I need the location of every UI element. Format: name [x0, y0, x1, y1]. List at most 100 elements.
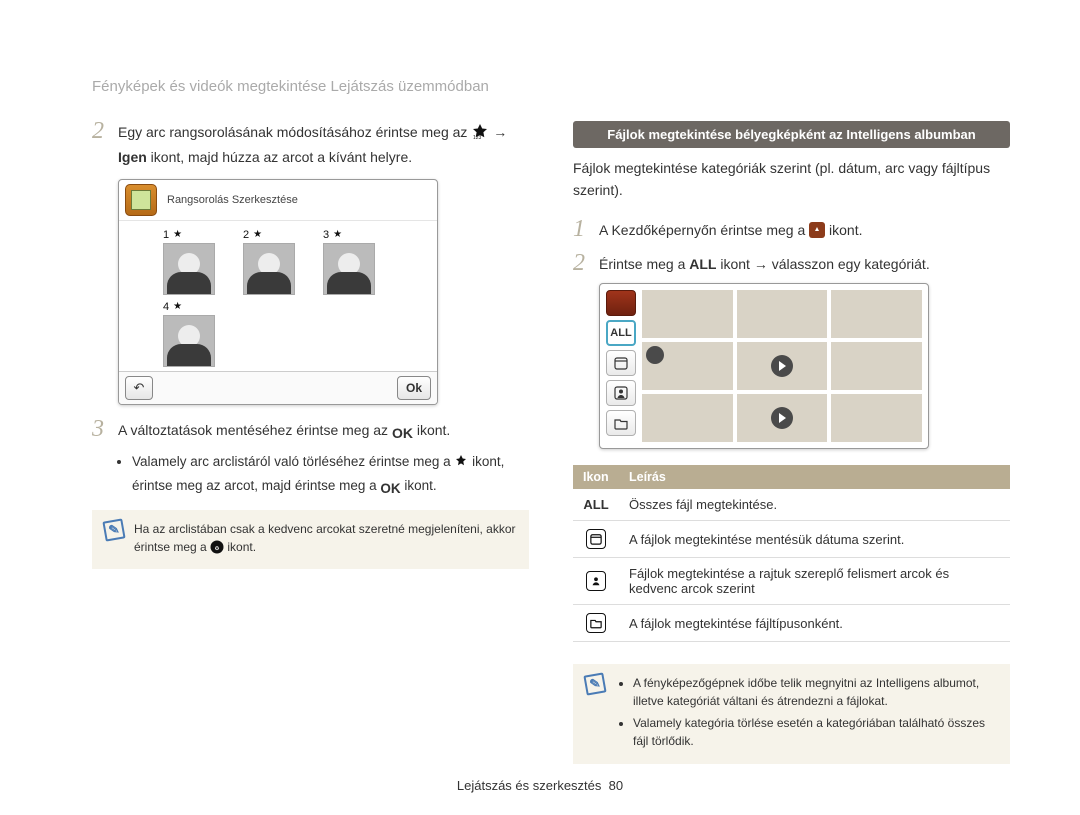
table-row: A fájlok megtekintése mentésük dátuma sz…	[573, 521, 1010, 558]
left-step-2: 2 Egy arc rangsorolásának módosításához …	[92, 121, 529, 169]
album-thumb[interactable]	[737, 342, 828, 390]
star-icon: ★	[173, 301, 182, 312]
star-icon: ★	[173, 229, 182, 240]
note-icon: ✎	[583, 673, 606, 696]
face-rank-num: 1	[163, 229, 169, 241]
list-item: Valamely arc arclistáról való törléséhez…	[132, 452, 529, 500]
left-sublist: Valamely arc arclistáról való törléséhez…	[92, 452, 529, 500]
back-button[interactable]: ↶	[125, 376, 153, 400]
album-thumb[interactable]	[642, 342, 733, 390]
date-icon	[614, 356, 628, 370]
face-rank-num: 4	[163, 301, 169, 313]
step2r-text-c: ikont → válasszon egy kategóriát.	[720, 256, 929, 272]
page-footer: Lejátszás és szerkesztés 80	[0, 778, 1080, 793]
face-thumb	[323, 243, 375, 295]
face-thumb	[243, 243, 295, 295]
footer-page: 80	[609, 778, 623, 793]
star-icon: ★	[333, 229, 342, 240]
left-step-3: 3 A változtatások mentéséhez érintse meg…	[92, 419, 529, 444]
left-column: 2 Egy arc rangsorolásának módosításához …	[92, 121, 529, 764]
album-thumb[interactable]	[737, 290, 828, 338]
table-row: ALL Összes fájl megtekintése.	[573, 489, 1010, 521]
favorites-filter-icon: ✪	[210, 540, 224, 559]
section-heading: Fájlok megtekintése bélyegképként az Int…	[573, 121, 1010, 148]
album-red-tile[interactable]	[606, 290, 636, 316]
date-icon	[586, 529, 606, 549]
all-text-icon: ALL	[583, 497, 608, 512]
note-text-a: Ha az arclistában csak a kedvenc arcokat…	[134, 522, 516, 554]
star-123-icon: 123	[471, 124, 489, 146]
face-cell-2[interactable]: 2★	[243, 229, 313, 295]
album-tile-icon	[809, 222, 825, 244]
note-item: Valamely kategória törlése esetén a kate…	[633, 714, 998, 750]
face-cell-3[interactable]: 3★	[323, 229, 393, 295]
table-header-icon: Ikon	[573, 465, 619, 489]
play-icon	[771, 407, 793, 429]
table-row: A fájlok megtekintése fájltípusonként.	[573, 605, 1010, 642]
filter-all-button[interactable]: ALL	[606, 320, 636, 346]
footer-label: Lejátszás és szerkesztés	[457, 778, 602, 793]
step-number: 1	[573, 217, 599, 241]
app-tile-icon	[125, 184, 157, 216]
note-box-left: ✎ Ha az arclistában csak a kedvenc arcok…	[92, 510, 529, 569]
album-thumb[interactable]	[831, 394, 922, 442]
ok-button[interactable]: Ok	[397, 376, 431, 400]
breadcrumb: Fényképek és videók megtekintése Lejátsz…	[92, 78, 1010, 95]
note-text-c: ikont.	[227, 540, 256, 554]
filter-face-button[interactable]	[606, 380, 636, 406]
face-thumb	[163, 243, 215, 295]
step-number: 3	[92, 417, 118, 441]
note-item: A fényképezőgépnek időbe telik megnyitni…	[633, 674, 998, 710]
step2-arrow: →	[493, 124, 507, 140]
bullet-text: Valamely arc arclistáról való törléséhez…	[132, 454, 454, 469]
face-icon	[614, 386, 628, 400]
album-thumb[interactable]	[831, 290, 922, 338]
filter-type-button[interactable]	[606, 410, 636, 436]
step2-bold: Igen	[118, 149, 147, 165]
row-desc: Összes fájl megtekintése.	[619, 489, 1010, 521]
table-row: Fájlok megtekintése a rajtuk szereplő fe…	[573, 558, 1010, 605]
ranking-editor-card: Rangsorolás Szerkesztése 1★ 2★ 3★	[118, 179, 438, 405]
svg-text:123: 123	[473, 135, 482, 140]
table-header-desc: Leírás	[619, 465, 1010, 489]
note-icon: ✎	[102, 518, 125, 541]
ok-glyph-icon: OK	[392, 422, 413, 444]
filter-date-button[interactable]	[606, 350, 636, 376]
right-step-1: 1 A Kezdőképernyőn érintse meg a ikont.	[573, 219, 1010, 244]
star-icon: ★	[253, 229, 262, 240]
face-rank-num: 2	[243, 229, 249, 241]
step2-text-e: ikont, majd húzza az arcot a kívánt hely…	[151, 149, 412, 165]
row-desc: A fájlok megtekintése mentésük dátuma sz…	[619, 521, 1010, 558]
step3-text-c: ikont.	[417, 422, 450, 438]
step2-text-a: Egy arc rangsorolásának módosításához ér…	[118, 124, 467, 140]
svg-text:✪: ✪	[215, 546, 219, 552]
face-cell-4[interactable]: 4★	[163, 301, 233, 367]
face-icon	[586, 571, 606, 591]
album-thumb[interactable]	[831, 342, 922, 390]
step2r-bold: ALL	[689, 256, 716, 272]
album-thumb[interactable]	[737, 394, 828, 442]
step1-text: A Kezdőképernyőn érintse meg a	[599, 222, 809, 238]
right-step-2: 2 Érintse meg a ALL ikont → válasszon eg…	[573, 253, 1010, 275]
step3-text-a: A változtatások mentéséhez érintse meg a…	[118, 422, 392, 438]
smart-album-card: ALL	[599, 283, 929, 449]
sound-badge-icon	[646, 346, 664, 364]
face-thumb	[163, 315, 215, 367]
face-rank-num: 3	[323, 229, 329, 241]
trash-star-icon	[454, 455, 468, 476]
face-cell-1[interactable]: 1★	[163, 229, 233, 295]
intro-text: Fájlok megtekintése kategóriák szerint (…	[573, 158, 1010, 201]
bullet-text: ikont.	[404, 478, 436, 493]
row-desc: Fájlok megtekintése a rajtuk szereplő fe…	[619, 558, 1010, 605]
row-desc: A fájlok megtekintése fájltípusonként.	[619, 605, 1010, 642]
folder-icon	[586, 613, 606, 633]
step-number: 2	[573, 251, 599, 275]
step2r-text: Érintse meg a	[599, 256, 689, 272]
play-icon	[771, 355, 793, 377]
note-box-right: ✎ A fényképezőgépnek időbe telik megnyit…	[573, 664, 1010, 764]
album-thumb[interactable]	[642, 290, 733, 338]
step-number: 2	[92, 119, 118, 143]
step1-text-c: ikont.	[829, 222, 862, 238]
album-thumb[interactable]	[642, 394, 733, 442]
folder-icon	[614, 416, 628, 430]
